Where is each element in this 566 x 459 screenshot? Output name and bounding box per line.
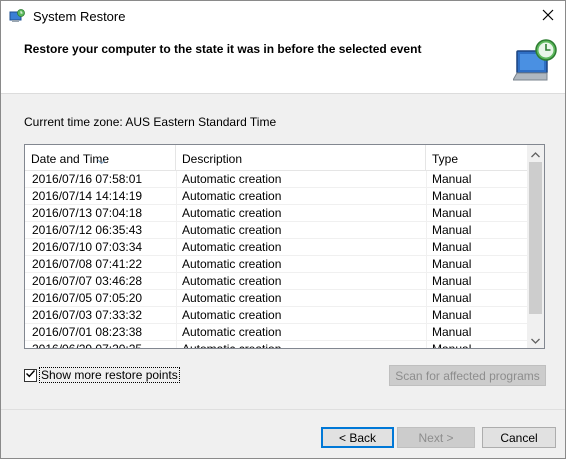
- row-type: Manual: [432, 308, 472, 322]
- wizard-header: Restore your computer to the state it wa…: [1, 32, 565, 94]
- row-type: Manual: [432, 206, 472, 220]
- scrollbar-thumb[interactable]: [529, 162, 542, 314]
- checkbox-box[interactable]: [24, 368, 37, 382]
- system-restore-icon: [9, 8, 25, 24]
- column-header-type-label: Type: [432, 152, 459, 166]
- column-header-type[interactable]: Type: [426, 145, 528, 171]
- row-date: 2016/06/29 07:20:25: [32, 342, 143, 349]
- list-rows: 2016/07/16 07:58:01 Automatic creation M…: [25, 171, 528, 349]
- table-row[interactable]: 2016/07/14 14:14:19 Automatic creation M…: [25, 188, 528, 205]
- table-row[interactable]: 2016/06/29 07:20:25 Automatic creation M…: [25, 341, 528, 349]
- chevron-up-icon: [531, 147, 540, 161]
- row-type: Manual: [432, 257, 472, 271]
- row-date: 2016/07/05 07:05:20: [32, 291, 143, 305]
- footer-divider: [1, 409, 565, 410]
- show-more-restore-points-checkbox[interactable]: Show more restore points: [24, 367, 180, 383]
- scroll-up-button[interactable]: [527, 145, 544, 162]
- table-row[interactable]: 2016/07/12 06:35:43 Automatic creation M…: [25, 222, 528, 239]
- close-icon: [542, 9, 554, 24]
- scroll-down-button[interactable]: [527, 331, 544, 348]
- row-date: 2016/07/16 07:58:01: [32, 172, 143, 186]
- row-description: Automatic creation: [182, 257, 282, 271]
- system-restore-window: System Restore Restore your computer to …: [0, 0, 566, 459]
- table-row[interactable]: 2016/07/10 07:03:34 Automatic creation M…: [25, 239, 528, 256]
- row-date: 2016/07/08 07:41:22: [32, 257, 143, 271]
- table-row[interactable]: 2016/07/13 07:04:18 Automatic creation M…: [25, 205, 528, 222]
- row-description: Automatic creation: [182, 308, 282, 322]
- timezone-label: Current time zone: AUS Eastern Standard …: [24, 115, 277, 129]
- next-button[interactable]: Next >: [397, 427, 475, 448]
- table-row[interactable]: 2016/07/16 07:58:01 Automatic creation M…: [25, 171, 528, 188]
- table-row[interactable]: 2016/07/03 07:33:32 Automatic creation M…: [25, 307, 528, 324]
- row-type: Manual: [432, 172, 472, 186]
- title-bar: System Restore: [1, 1, 565, 32]
- table-row[interactable]: 2016/07/07 03:46:28 Automatic creation M…: [25, 273, 528, 290]
- restore-monitor-clock-icon: [512, 38, 559, 82]
- show-more-restore-points-label: Show more restore points: [39, 367, 180, 383]
- row-date: 2016/07/13 07:04:18: [32, 206, 143, 220]
- cancel-button[interactable]: Cancel: [482, 427, 556, 448]
- back-button[interactable]: < Back: [321, 427, 394, 448]
- row-description: Automatic creation: [182, 172, 282, 186]
- row-type: Manual: [432, 240, 472, 254]
- scan-affected-programs-button[interactable]: Scan for affected programs: [389, 365, 546, 386]
- column-header-description[interactable]: Description: [176, 145, 426, 171]
- sort-descending-icon: [97, 146, 106, 174]
- close-button[interactable]: [531, 1, 565, 32]
- row-date: 2016/07/01 08:23:38: [32, 325, 143, 339]
- row-description: Automatic creation: [182, 206, 282, 220]
- window-title: System Restore: [33, 9, 126, 24]
- row-description: Automatic creation: [182, 325, 282, 339]
- row-date: 2016/07/12 06:35:43: [32, 223, 143, 237]
- row-date: 2016/07/10 07:03:34: [32, 240, 143, 254]
- column-header-date[interactable]: Date and Time: [25, 145, 176, 171]
- row-type: Manual: [432, 325, 472, 339]
- list-header: Date and Time Description Type: [25, 145, 528, 171]
- table-row[interactable]: 2016/07/05 07:05:20 Automatic creation M…: [25, 290, 528, 307]
- row-type: Manual: [432, 342, 472, 349]
- checkmark-icon: [25, 368, 36, 382]
- chevron-down-icon: [531, 333, 540, 347]
- row-description: Automatic creation: [182, 342, 282, 349]
- column-header-description-label: Description: [182, 152, 243, 166]
- row-description: Automatic creation: [182, 291, 282, 305]
- row-date: 2016/07/07 03:46:28: [32, 274, 143, 288]
- row-date: 2016/07/14 14:14:19: [32, 189, 143, 203]
- row-date: 2016/07/03 07:33:32: [32, 308, 143, 322]
- row-type: Manual: [432, 274, 472, 288]
- list-scrollbar[interactable]: [527, 145, 544, 348]
- row-description: Automatic creation: [182, 274, 282, 288]
- row-type: Manual: [432, 223, 472, 237]
- table-row[interactable]: 2016/07/08 07:41:22 Automatic creation M…: [25, 256, 528, 273]
- row-type: Manual: [432, 291, 472, 305]
- row-description: Automatic creation: [182, 189, 282, 203]
- row-description: Automatic creation: [182, 223, 282, 237]
- row-type: Manual: [432, 189, 472, 203]
- row-description: Automatic creation: [182, 240, 282, 254]
- page-heading: Restore your computer to the state it wa…: [24, 42, 422, 56]
- table-row[interactable]: 2016/07/01 08:23:38 Automatic creation M…: [25, 324, 528, 341]
- restore-points-list[interactable]: Date and Time Description Type 2016/07/1…: [24, 144, 545, 349]
